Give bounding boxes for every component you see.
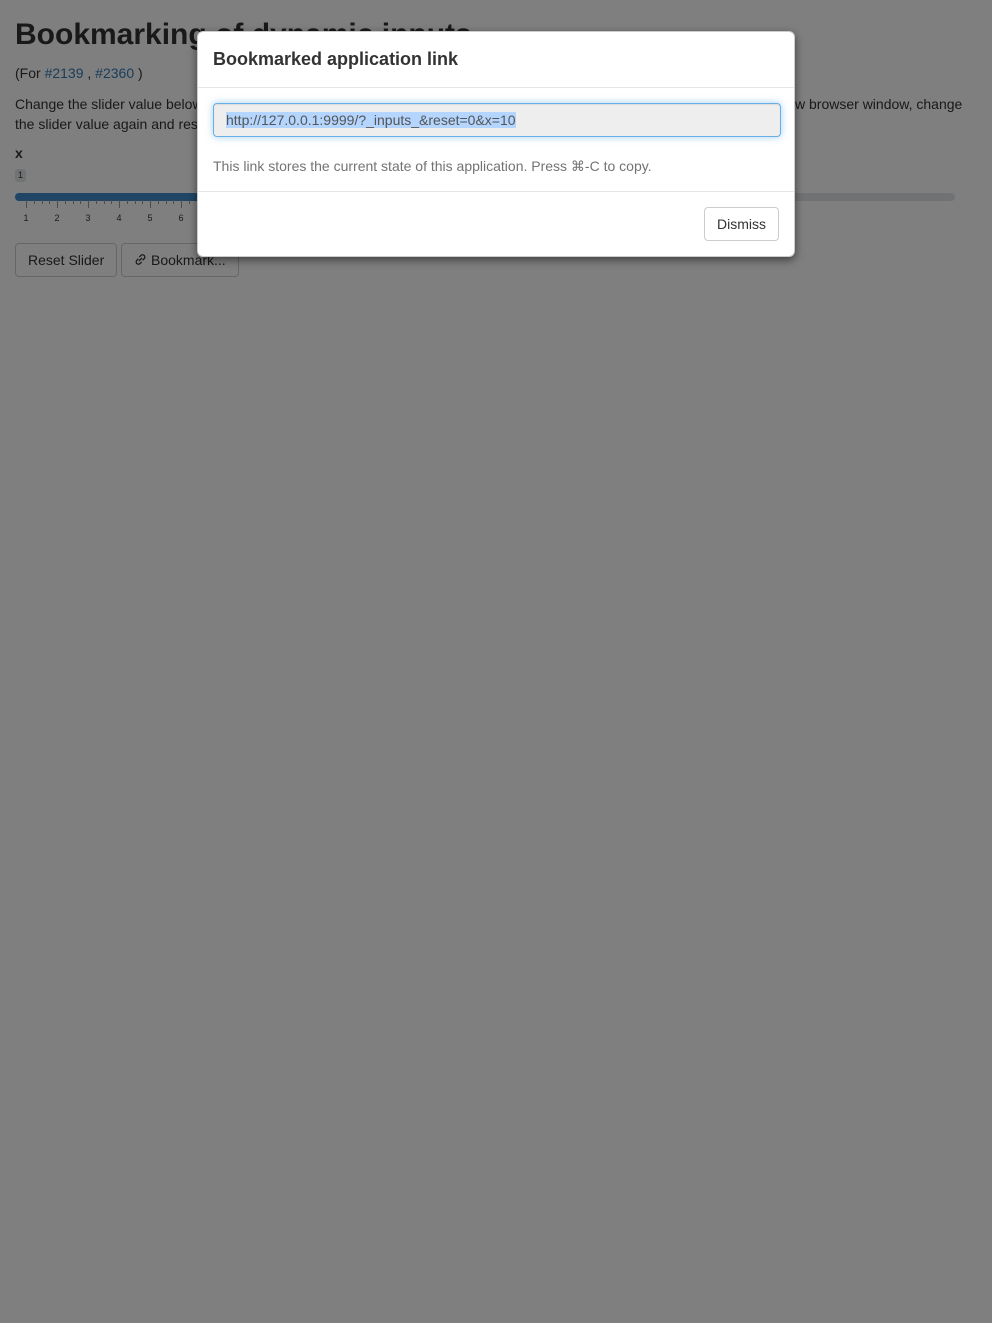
dismiss-button[interactable]: Dismiss <box>704 207 779 241</box>
modal-help-text: This link stores the current state of th… <box>213 158 652 174</box>
bookmark-url-field[interactable]: http://127.0.0.1:9999/?_inputs_&reset=0&… <box>213 103 781 137</box>
dismiss-label: Dismiss <box>717 216 766 232</box>
bookmark-url-text: http://127.0.0.1:9999/?_inputs_&reset=0&… <box>226 112 516 128</box>
modal-footer: Dismiss <box>704 207 779 241</box>
modal-title: Bookmarked application link <box>213 49 459 69</box>
modal-body: http://127.0.0.1:9999/?_inputs_&reset=0&… <box>198 88 794 192</box>
bookmark-modal: Bookmarked application link http://127.0… <box>197 31 795 257</box>
modal-header: Bookmarked application link <box>198 32 794 88</box>
